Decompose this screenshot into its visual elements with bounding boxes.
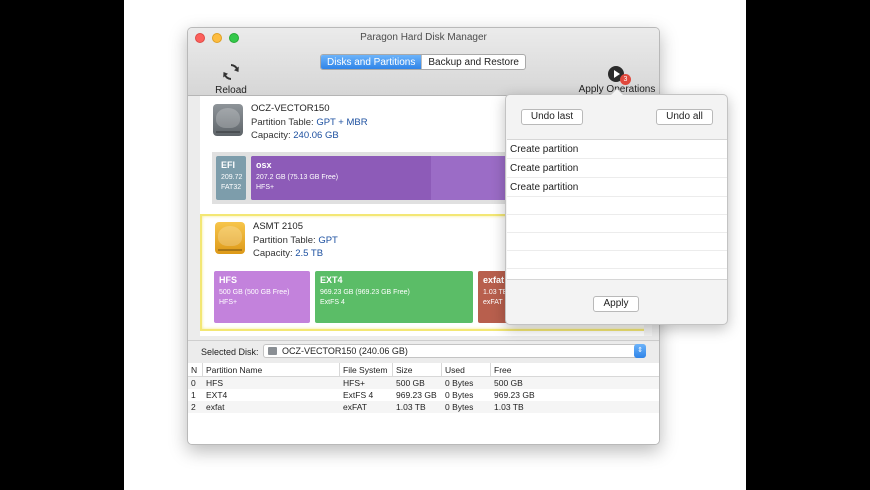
capacity-value: 240.06 GB: [293, 130, 339, 141]
capacity-label: Capacity:: [251, 130, 291, 141]
disk-name: ASMT 2105: [253, 221, 303, 232]
partition-fs: HFS+: [219, 299, 238, 306]
partition-name: HFS: [219, 275, 237, 285]
table-cell: 1: [191, 390, 196, 400]
partition-name: EFI: [221, 160, 236, 170]
operation-item[interactable]: Create partition: [507, 140, 727, 159]
operation-item[interactable]: Create partition: [507, 159, 727, 178]
partition-table-value: GPT + MBR: [316, 117, 368, 128]
table-cell: 0: [191, 378, 196, 388]
partition-fs: FAT32: [221, 184, 242, 191]
column-header[interactable]: File System: [340, 363, 393, 376]
pending-operations-popover: Undo last Undo all Create partition Crea…: [505, 88, 728, 325]
selected-disk-bar: Selected Disk: OCZ-VECTOR150 (240.06 GB)…: [188, 340, 659, 362]
pending-operations-badge: 3: [620, 74, 631, 85]
disk-icon: [268, 347, 277, 355]
partition-size: 209.72: [221, 174, 243, 181]
partition-table-label: Partition Table:: [251, 117, 314, 128]
table-cell: 1.03 TB: [396, 402, 426, 412]
capacity-value: 2.5 TB: [295, 248, 324, 259]
operation-empty-row: [507, 233, 727, 251]
table-cell: EXT4: [206, 390, 228, 400]
capacity-info: Capacity: 240.06 GB: [251, 130, 339, 141]
column-header[interactable]: N: [188, 363, 203, 376]
partition-ext4[interactable]: EXT4 969.23 GB (969.23 GB Free) ExtFS 4: [315, 271, 473, 323]
column-header[interactable]: Size: [393, 363, 442, 376]
operation-empty-row: [507, 215, 727, 233]
selected-disk-label: Selected Disk:: [201, 347, 259, 357]
partition-table-info: Partition Table: GPT + MBR: [251, 117, 368, 128]
table-cell: ExtFS 4: [343, 390, 374, 400]
window-title: Paragon Hard Disk Manager: [360, 32, 487, 43]
disk-name: OCZ-VECTOR150: [251, 103, 330, 114]
operations-list: Create partition Create partition Create…: [507, 139, 727, 280]
selected-disk-dropdown[interactable]: OCZ-VECTOR150 (240.06 GB) ⇕: [263, 344, 646, 358]
hard-drive-icon: [213, 104, 243, 136]
reload-button[interactable]: Reload: [214, 63, 248, 96]
partition-table-info: Partition Table: GPT: [253, 235, 338, 246]
table-cell: 0 Bytes: [445, 402, 474, 412]
table-row[interactable]: 2 exfat exFAT 1.03 TB 0 Bytes 1.03 TB: [188, 401, 659, 413]
reload-label: Reload: [215, 85, 247, 96]
table-cell: 1.03 TB: [494, 402, 524, 412]
partition-table-value: GPT: [318, 235, 338, 246]
reload-icon: [223, 64, 239, 80]
table-cell: 500 GB: [494, 378, 523, 388]
capacity-label: Capacity:: [253, 248, 293, 259]
partition-hfs[interactable]: HFS 500 GB (500 GB Free) HFS+: [214, 271, 310, 323]
dropdown-arrow-icon: ⇕: [634, 344, 646, 358]
operation-empty-row: [507, 197, 727, 215]
partition-name: EXT4: [320, 275, 343, 285]
tab-backup-and-restore[interactable]: Backup and Restore: [421, 55, 525, 69]
tab-disks-and-partitions[interactable]: Disks and Partitions: [321, 55, 422, 69]
operation-item[interactable]: Create partition: [507, 178, 727, 197]
table-row-empty: [188, 413, 659, 425]
table-cell: exFAT: [343, 402, 367, 412]
capacity-info: Capacity: 2.5 TB: [253, 248, 323, 259]
table-cell: 0 Bytes: [445, 378, 474, 388]
table-cell: 0 Bytes: [445, 390, 474, 400]
table-cell: HFS+: [343, 378, 365, 388]
table-cell: HFS: [206, 378, 223, 388]
column-header[interactable]: Used: [442, 363, 491, 376]
table-cell: 500 GB: [396, 378, 425, 388]
partition-size: 969.23 GB (969.23 GB Free): [320, 289, 410, 296]
table-header: N Partition Name File System Size Used F…: [188, 363, 659, 377]
partition-table: N Partition Name File System Size Used F…: [188, 363, 659, 444]
partition-fs: ExtFS 4: [320, 299, 345, 306]
partition-table-label: Partition Table:: [253, 235, 316, 246]
operation-empty-row: [507, 251, 727, 269]
titlebar: Paragon Hard Disk Manager Disks and Part…: [188, 28, 659, 96]
table-cell: 2: [191, 402, 196, 412]
column-header[interactable]: Free: [491, 363, 659, 376]
table-row[interactable]: 0 HFS HFS+ 500 GB 0 Bytes 500 GB: [188, 377, 659, 389]
partition-efi[interactable]: EFI 209.72 FAT32: [216, 156, 246, 200]
external-drive-icon: [215, 222, 245, 254]
apply-button[interactable]: Apply: [593, 296, 639, 312]
table-cell: 969.23 GB: [396, 390, 437, 400]
view-tabs: Disks and Partitions Backup and Restore: [320, 54, 526, 70]
undo-last-button[interactable]: Undo last: [521, 109, 583, 125]
partition-size: 500 GB (500 GB Free): [219, 289, 290, 296]
table-row[interactable]: 1 EXT4 ExtFS 4 969.23 GB 0 Bytes 969.23 …: [188, 389, 659, 401]
column-header[interactable]: Partition Name: [203, 363, 340, 376]
table-cell: 969.23 GB: [494, 390, 535, 400]
selected-disk-value: OCZ-VECTOR150 (240.06 GB): [282, 346, 408, 356]
table-body: 0 HFS HFS+ 500 GB 0 Bytes 500 GB 1 EXT4 …: [188, 377, 659, 425]
undo-all-button[interactable]: Undo all: [656, 109, 713, 125]
table-cell: exfat: [206, 402, 225, 412]
